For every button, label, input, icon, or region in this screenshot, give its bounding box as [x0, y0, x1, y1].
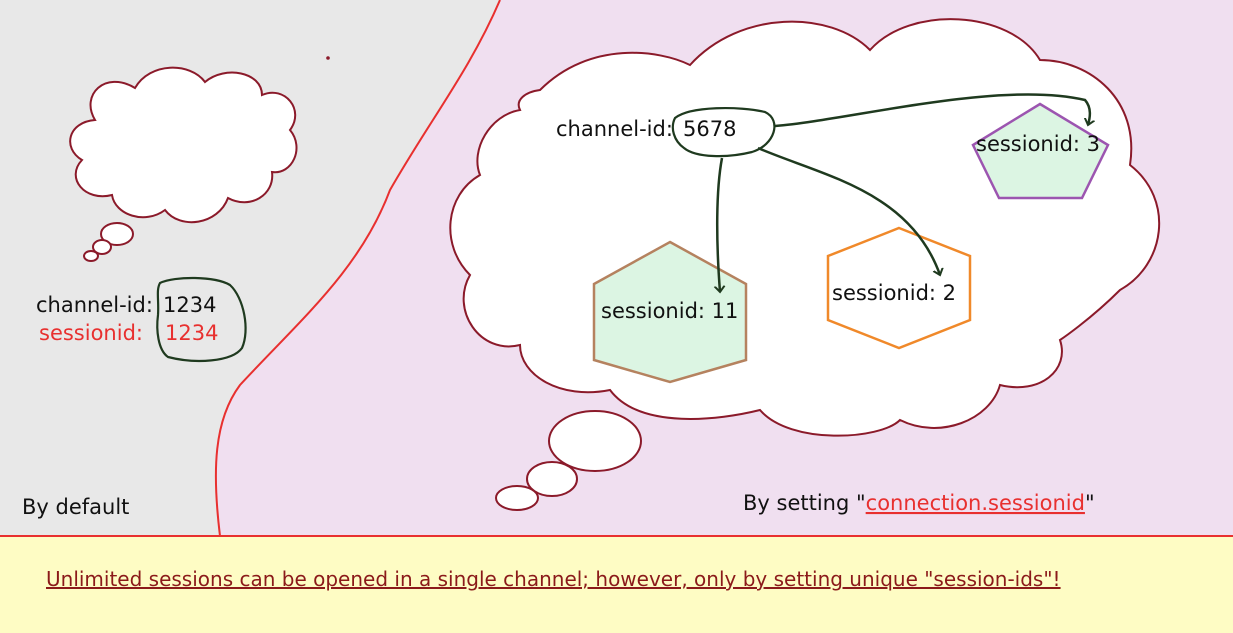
right-channel-value: 5678 — [683, 117, 736, 141]
connection-sessionid-link[interactable]: connection.sessionid — [866, 491, 1085, 515]
right-channel-label: channel-id: — [556, 117, 673, 141]
banner-message: Unlimited sessions can be opened in a si… — [46, 567, 1061, 591]
diagram-canvas: channel-id: 1234 sessionid: 1234 channel… — [0, 0, 1233, 633]
right-cloud-bubble-large — [548, 410, 642, 472]
left-caption: By default — [22, 495, 129, 519]
session-2-label: sessionid: 2 — [832, 281, 956, 305]
right-thought-cloud — [449, 18, 1161, 437]
diagram-svg: channel-id: 1234 sessionid: 1234 channel… — [0, 0, 1233, 633]
right-caption: By setting "connection.sessionid" — [743, 491, 1095, 515]
stray-dot — [326, 56, 330, 60]
left-channel-value: 1234 — [163, 293, 216, 317]
session-11-label: sessionid: 11 — [601, 299, 738, 323]
left-cloud-bubble-small — [83, 250, 99, 262]
left-session-value: 1234 — [165, 321, 218, 345]
left-session-label: sessionid: — [39, 321, 143, 345]
session-3-label: sessionid: 3 — [976, 132, 1100, 156]
left-channel-label: channel-id: — [36, 293, 153, 317]
right-cloud-bubble-small — [495, 485, 539, 511]
